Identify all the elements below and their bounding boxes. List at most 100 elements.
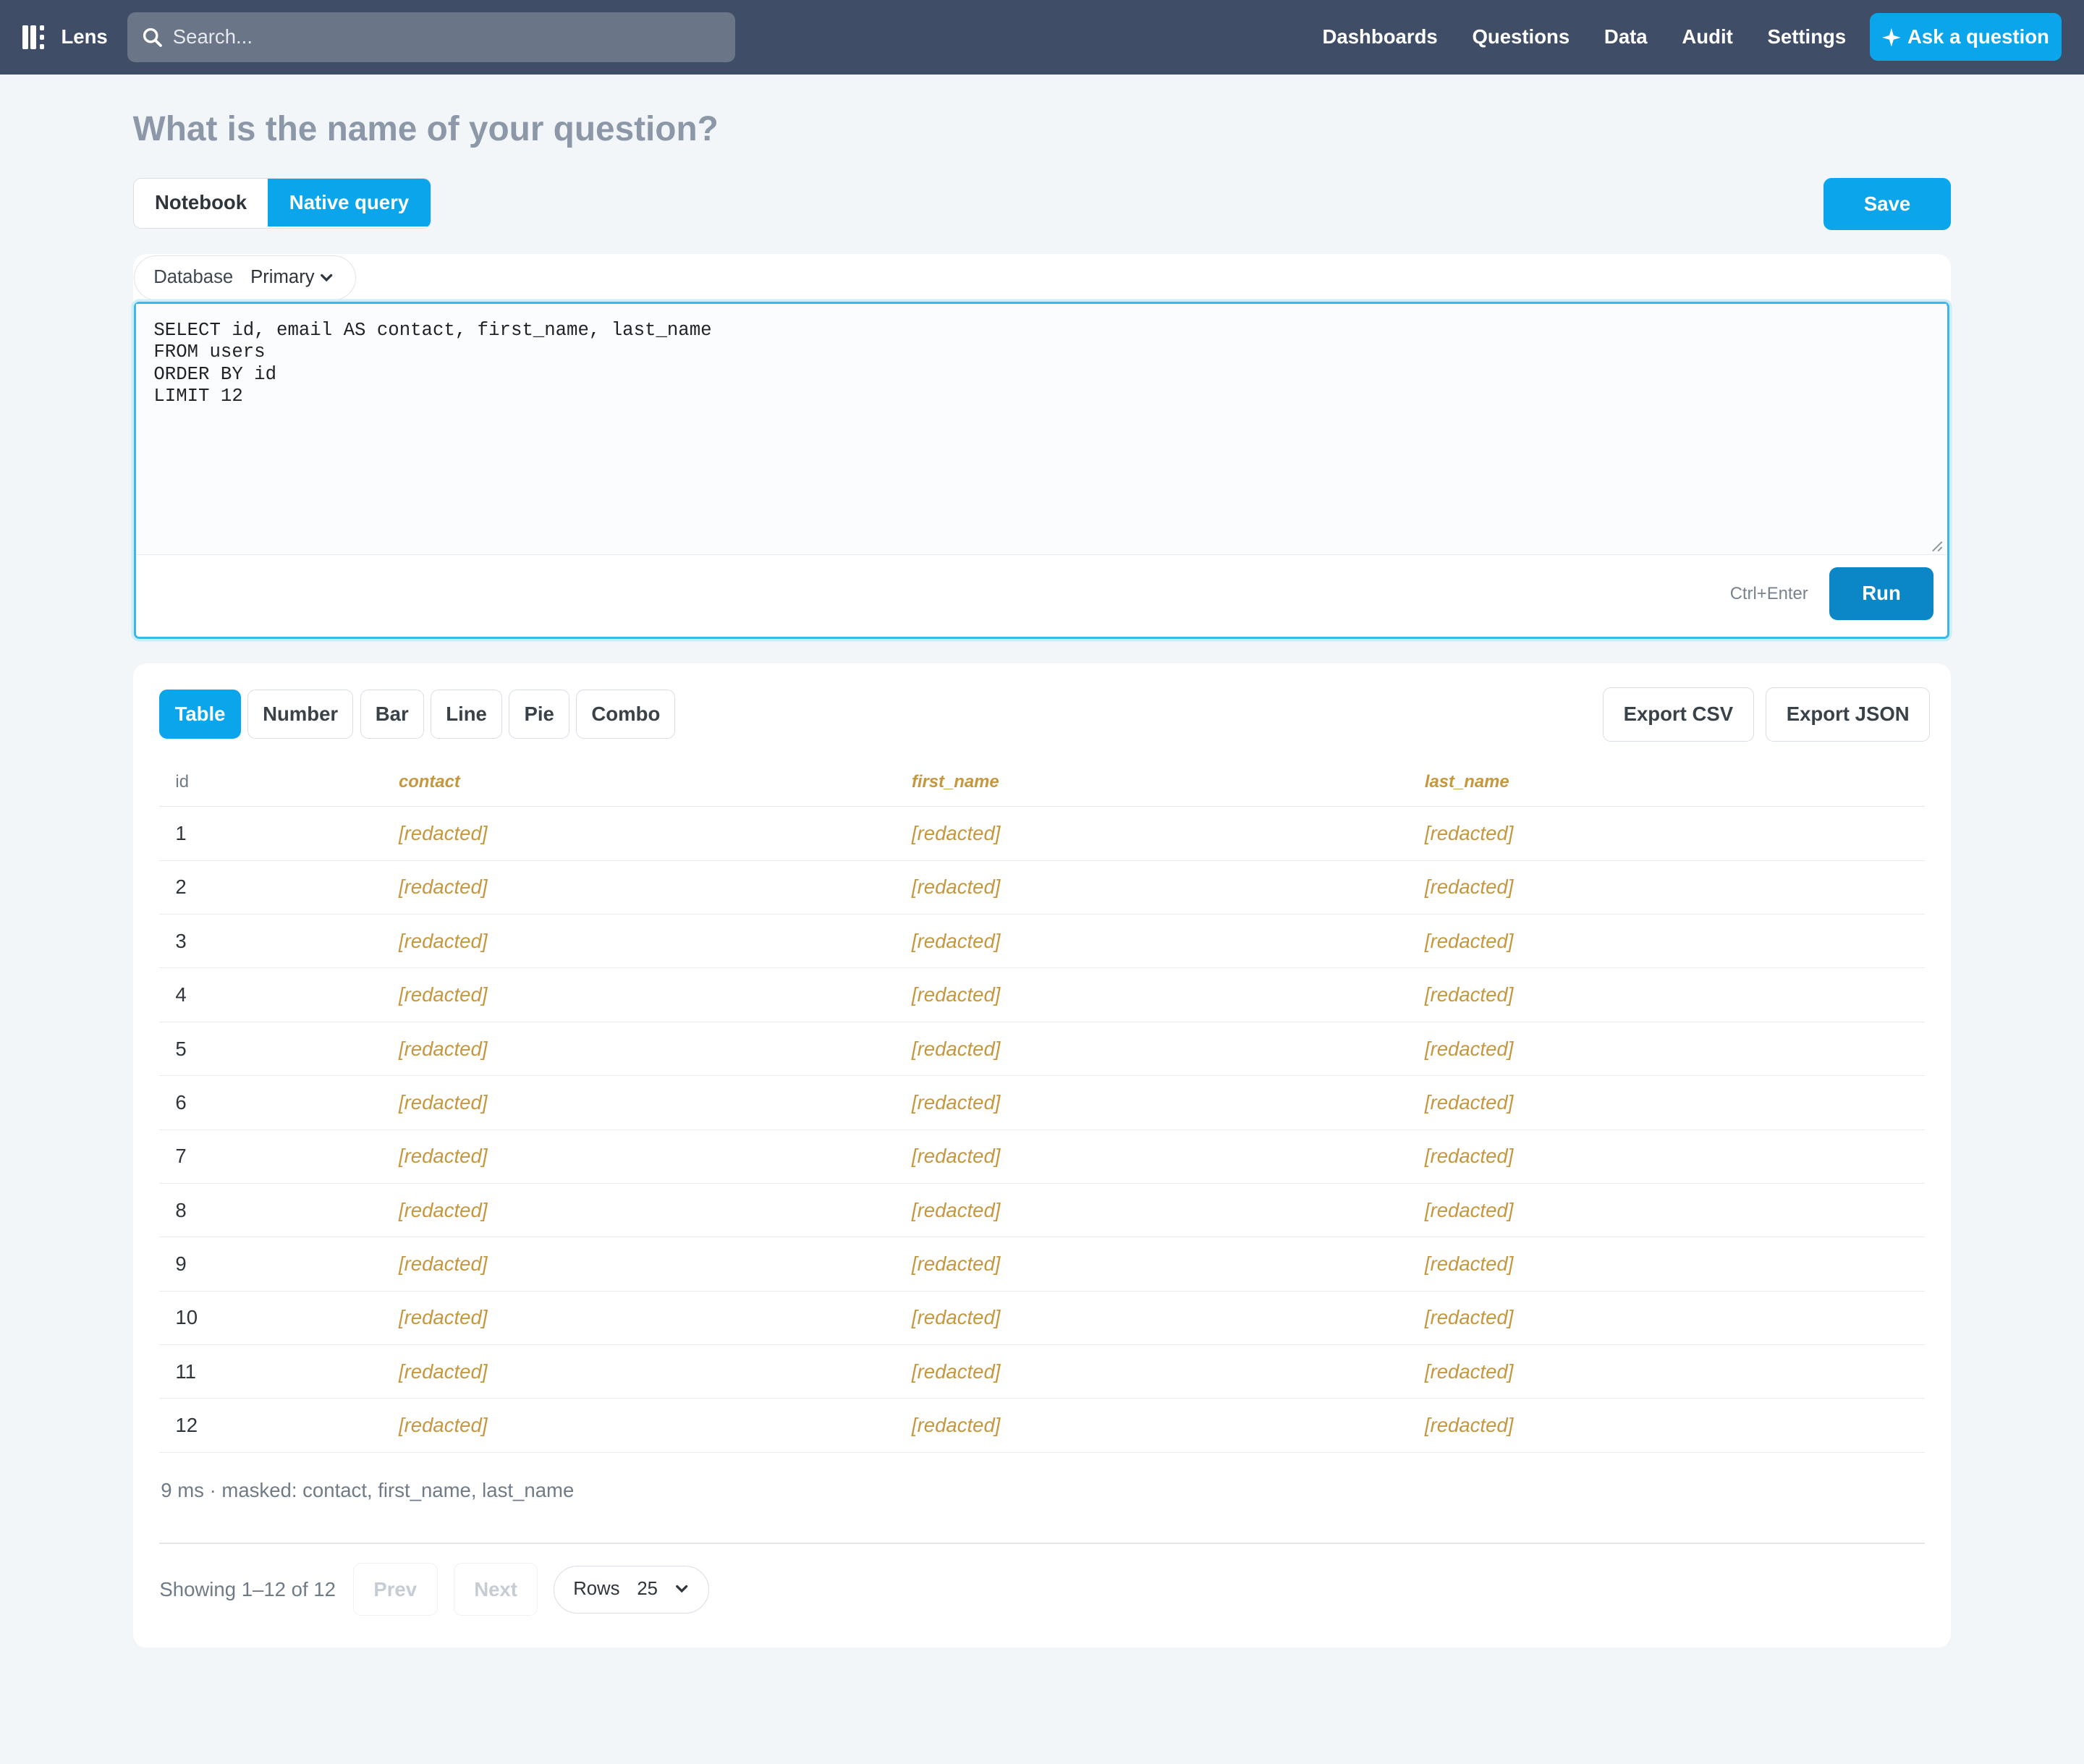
cell-last-name: [redacted]	[1408, 860, 1925, 915]
cell-last-name: [redacted]	[1408, 1022, 1925, 1077]
table-row: 8 [redacted] [redacted] [redacted]	[159, 1183, 1925, 1238]
cell-first-name: [redacted]	[895, 1291, 1409, 1346]
cell-first-name: [redacted]	[895, 1129, 1409, 1184]
cell-first-name: [redacted]	[895, 1344, 1409, 1399]
cell-contact: [redacted]	[382, 1344, 896, 1399]
results-card: Table Number Bar Line Pie Combo Export C…	[132, 663, 1952, 1648]
table-row: 5 [redacted] [redacted] [redacted]	[159, 1022, 1925, 1077]
run-button[interactable]: Run	[1829, 567, 1933, 621]
search-input[interactable]	[172, 25, 705, 49]
table-row: 11 [redacted] [redacted] [redacted]	[159, 1344, 1925, 1399]
table-row: 4 [redacted] [redacted] [redacted]	[159, 967, 1925, 1022]
cell-last-name: [redacted]	[1408, 1344, 1925, 1399]
cell-last-name: [redacted]	[1408, 1075, 1925, 1130]
cell-contact: [redacted]	[382, 1291, 896, 1346]
question-title[interactable]: What is the name of your question?	[133, 109, 719, 149]
table-row: 6 [redacted] [redacted] [redacted]	[159, 1075, 1925, 1130]
top-nav-bar: Lens Dashboards Questions Data Audit Set…	[0, 0, 2084, 75]
sql-input[interactable]	[136, 303, 1947, 556]
table-row: 3 [redacted] [redacted] [redacted]	[159, 914, 1925, 969]
cell-id: 10	[159, 1291, 383, 1346]
mode-native-query-button[interactable]: Native query	[268, 179, 431, 227]
cell-last-name: [redacted]	[1408, 1291, 1925, 1346]
viz-tab-combo[interactable]: Combo	[576, 690, 676, 739]
cell-id: 1	[159, 806, 383, 861]
column-header-id[interactable]: id	[159, 757, 383, 807]
cell-last-name: [redacted]	[1408, 1129, 1925, 1184]
nav-dashboards[interactable]: Dashboards	[1323, 25, 1438, 48]
resize-handle-icon[interactable]	[1931, 540, 1944, 553]
column-header-contact[interactable]: contact	[382, 757, 896, 807]
cell-first-name: [redacted]	[895, 914, 1409, 969]
sparkle-icon	[1882, 27, 1901, 47]
cell-first-name: [redacted]	[895, 1075, 1409, 1130]
cell-contact: [redacted]	[382, 1237, 896, 1292]
cell-contact: [redacted]	[382, 1022, 896, 1077]
nav-questions[interactable]: Questions	[1472, 25, 1570, 48]
editor-mode-toggle: Notebook Native query	[132, 178, 431, 229]
run-shortcut-hint: Ctrl+Enter	[1729, 584, 1808, 604]
nav-data[interactable]: Data	[1604, 25, 1648, 48]
table-row: 9 [redacted] [redacted] [redacted]	[159, 1237, 1925, 1292]
cell-first-name: [redacted]	[895, 1237, 1409, 1292]
viz-tab-bar[interactable]: Bar	[360, 690, 424, 739]
cell-id: 5	[159, 1022, 383, 1077]
viz-tab-number[interactable]: Number	[247, 690, 354, 739]
sql-editor: Ctrl+Enter Run	[134, 301, 1950, 640]
visualization-tabs: Table Number Bar Line Pie Combo	[159, 690, 676, 739]
table-row: 7 [redacted] [redacted] [redacted]	[159, 1129, 1925, 1184]
nav-settings[interactable]: Settings	[1768, 25, 1847, 48]
mode-notebook-button[interactable]: Notebook	[133, 179, 268, 227]
cell-id: 6	[159, 1075, 383, 1130]
ask-question-button[interactable]: Ask a question	[1870, 13, 2062, 62]
cell-contact: [redacted]	[382, 806, 896, 861]
cell-last-name: [redacted]	[1408, 1398, 1925, 1453]
database-value: Primary	[250, 267, 315, 288]
table-row: 10 [redacted] [redacted] [redacted]	[159, 1291, 1925, 1346]
cell-contact: [redacted]	[382, 1129, 896, 1184]
viz-tab-line[interactable]: Line	[431, 690, 503, 739]
cell-id: 8	[159, 1183, 383, 1238]
cell-first-name: [redacted]	[895, 860, 1409, 915]
cell-first-name: [redacted]	[895, 967, 1409, 1022]
cell-first-name: [redacted]	[895, 1183, 1409, 1238]
cell-contact: [redacted]	[382, 1183, 896, 1238]
cell-contact: [redacted]	[382, 914, 896, 969]
cell-contact: [redacted]	[382, 860, 896, 915]
search-box[interactable]	[127, 12, 735, 63]
cell-first-name: [redacted]	[895, 806, 1409, 861]
chevron-down-icon	[321, 273, 333, 281]
rows-per-page-select[interactable]: Rows 25	[554, 1565, 710, 1614]
divider	[159, 1543, 1925, 1545]
viz-tab-pie[interactable]: Pie	[509, 690, 570, 739]
next-page-button[interactable]: Next	[453, 1562, 538, 1616]
query-meta: 9 ms · masked: contact, first_name, last…	[161, 1479, 575, 1502]
viz-tab-table[interactable]: Table	[159, 690, 241, 739]
table-row: 1 [redacted] [redacted] [redacted]	[159, 806, 1925, 861]
chevron-down-icon	[675, 1585, 688, 1593]
cell-id: 9	[159, 1237, 383, 1292]
pagination: Showing 1–12 of 12 Prev Next Rows 25	[159, 1562, 710, 1616]
prev-page-button[interactable]: Prev	[352, 1562, 438, 1616]
column-header-last-name[interactable]: last_name	[1408, 757, 1925, 807]
database-label: Database	[153, 267, 234, 288]
cell-id: 4	[159, 967, 383, 1022]
cell-last-name: [redacted]	[1408, 806, 1925, 861]
save-button[interactable]: Save	[1823, 178, 1952, 230]
cell-first-name: [redacted]	[895, 1022, 1409, 1077]
column-header-first-name[interactable]: first_name	[895, 757, 1409, 807]
cell-id: 7	[159, 1129, 383, 1184]
brand[interactable]: Lens	[22, 24, 108, 51]
cell-last-name: [redacted]	[1408, 1237, 1925, 1292]
showing-count: Showing 1–12 of 12	[159, 1577, 336, 1600]
table-row: 12 [redacted] [redacted] [redacted]	[159, 1398, 1925, 1453]
cell-id: 3	[159, 914, 383, 969]
export-csv-button[interactable]: Export CSV	[1603, 687, 1754, 742]
app-name: Lens	[61, 25, 108, 48]
nav-audit[interactable]: Audit	[1682, 25, 1732, 48]
table-row: 2 [redacted] [redacted] [redacted]	[159, 860, 1925, 915]
cell-first-name: [redacted]	[895, 1398, 1409, 1453]
database-selector[interactable]: Database Primary	[134, 255, 357, 301]
export-json-button[interactable]: Export JSON	[1766, 687, 1931, 742]
cell-contact: [redacted]	[382, 1398, 896, 1453]
